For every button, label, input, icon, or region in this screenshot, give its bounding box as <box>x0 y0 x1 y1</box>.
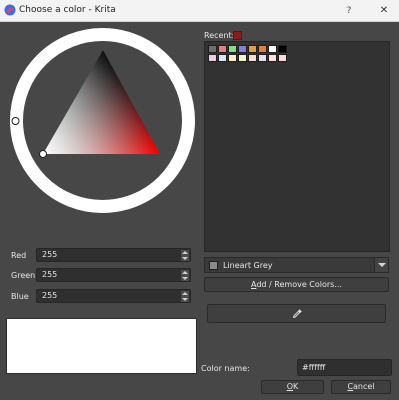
palette-swatch[interactable] <box>248 54 257 62</box>
red-value[interactable]: 255 <box>42 250 57 259</box>
blue-label: Blue <box>11 292 29 301</box>
add-remove-colors-button[interactable]: Add / Remove Colors... <box>204 277 389 292</box>
hue-triangle-selector[interactable] <box>8 26 199 217</box>
red-stepper[interactable] <box>181 250 189 261</box>
hue-handle[interactable] <box>11 117 20 125</box>
palette-swatch[interactable] <box>228 54 237 62</box>
palette-swatch[interactable] <box>218 45 227 53</box>
palette-swatch[interactable] <box>208 54 217 62</box>
eyedropper-button[interactable] <box>207 304 386 323</box>
recent-label: Recent: <box>204 31 235 40</box>
chevron-down-icon[interactable] <box>374 258 388 272</box>
palette-swatch[interactable] <box>258 54 267 62</box>
sv-handle[interactable] <box>39 150 47 158</box>
sv-triangle[interactable] <box>43 50 160 154</box>
recent-swatch[interactable] <box>233 31 242 40</box>
palette-swatch[interactable] <box>228 45 237 53</box>
blue-value[interactable]: 255 <box>42 291 57 300</box>
palette-swatch[interactable] <box>268 45 277 53</box>
color-name-input[interactable]: #ffffff <box>297 359 392 376</box>
palette-selector[interactable]: Lineart Grey <box>204 257 389 273</box>
palette-swatch[interactable] <box>218 54 227 62</box>
eyedropper-icon <box>292 309 302 319</box>
palette-swatch[interactable] <box>208 45 217 53</box>
palette-swatch[interactable] <box>258 45 267 53</box>
green-spinbox[interactable]: 255 <box>36 268 191 282</box>
red-label: Red <box>11 251 27 260</box>
palette-grid <box>208 45 287 62</box>
green-label: Green <box>11 271 36 280</box>
ok-button[interactable]: OK <box>261 380 324 394</box>
blue-spinbox[interactable]: 255 <box>36 289 191 303</box>
green-stepper[interactable] <box>181 270 189 281</box>
krita-icon <box>4 4 16 16</box>
palette-panel[interactable] <box>204 41 390 252</box>
palette-swatch[interactable] <box>268 54 277 62</box>
window-title: Choose a color - Krita <box>19 5 116 15</box>
help-button[interactable]: ? <box>341 3 357 19</box>
palette-swatch[interactable] <box>278 54 287 62</box>
blue-stepper[interactable] <box>181 291 189 302</box>
close-button[interactable]: ✕ <box>376 3 392 19</box>
palette-swatch[interactable] <box>248 45 257 53</box>
color-preview <box>6 318 197 374</box>
green-value[interactable]: 255 <box>42 270 57 279</box>
palette-swatch[interactable] <box>278 45 287 53</box>
color-name-label: Color name: <box>201 364 250 373</box>
palette-color-chip <box>209 261 218 270</box>
red-spinbox[interactable]: 255 <box>36 248 191 262</box>
cancel-button[interactable]: Cancel <box>331 380 391 394</box>
palette-swatch[interactable] <box>238 54 247 62</box>
palette-swatch[interactable] <box>238 45 247 53</box>
palette-name: Lineart Grey <box>223 261 273 270</box>
